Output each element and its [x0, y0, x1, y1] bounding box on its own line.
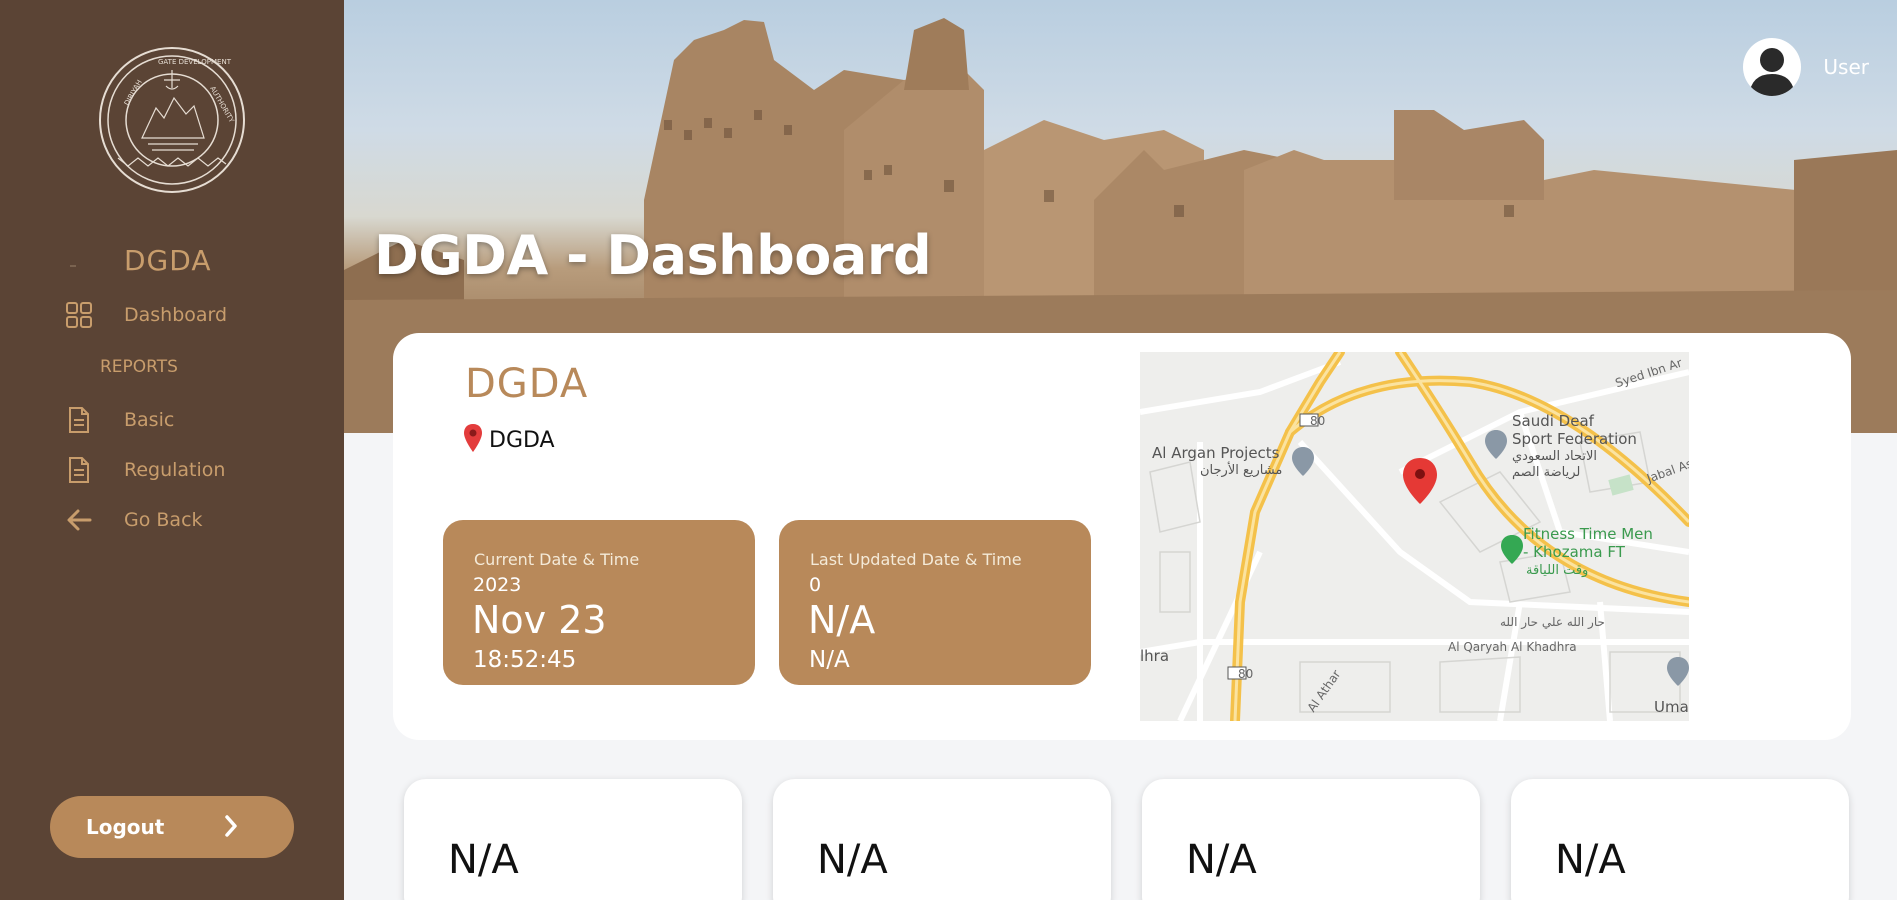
map-label: Umar B: [1654, 698, 1689, 716]
map-road-number: 80: [1238, 667, 1254, 681]
user-avatar-icon: [1743, 38, 1802, 96]
svg-text:DIRIYAH: DIRIYAH: [123, 79, 144, 107]
map-label: وقت اللياقة: [1526, 563, 1589, 578]
last-updated-tile: Last Updated Date & Time 0 N/A N/A: [779, 520, 1091, 685]
page-title: DGDA - Dashboard: [374, 224, 932, 287]
stat-card: N/A: [404, 779, 742, 900]
stat-value: N/A: [448, 837, 519, 883]
tile-date: Nov 23: [472, 598, 607, 642]
sidebar-item-dashboard[interactable]: Dashboard: [64, 300, 227, 330]
tile-year: 0: [809, 574, 822, 596]
document-icon: [64, 455, 94, 485]
map-label: Al Qaryah Al Khadhra: [1448, 640, 1577, 654]
sidebar-item-go-back[interactable]: Go Back: [64, 505, 203, 535]
map-label: Al Argan Projects: [1152, 444, 1280, 462]
reports-section-label: REPORTS: [100, 357, 178, 377]
sidebar-item-label: Basic: [124, 409, 175, 431]
user-menu[interactable]: User: [1743, 38, 1869, 96]
tile-time: 18:52:45: [473, 647, 577, 673]
grid-icon: [64, 300, 94, 330]
map-label: Sport Federation: [1512, 430, 1637, 448]
sidebar-item-label: Dashboard: [124, 304, 228, 326]
brand-dot: [70, 265, 76, 267]
map-label: - Khozama FT: [1523, 543, 1625, 561]
stat-card: N/A: [773, 779, 1111, 900]
location-map[interactable]: 80 80 Al Argan Projects مشاريع الأرجان S…: [1140, 352, 1689, 721]
sidebar-item-basic[interactable]: Basic: [64, 405, 174, 435]
logout-button[interactable]: Logout: [50, 796, 294, 858]
tile-label: Current Date & Time: [474, 550, 640, 569]
site-info-card: DGDA DGDA Current Date & Time 2023 Nov 2…: [393, 333, 1851, 740]
stat-card: N/A: [1142, 779, 1480, 900]
map-label: Saudi Deaf: [1512, 412, 1594, 430]
map-label: الاتحاد السعودي: [1512, 449, 1598, 464]
map-label: مشاريع الأرجان: [1200, 463, 1283, 478]
tile-time: N/A: [809, 647, 850, 673]
stat-value: N/A: [1555, 837, 1626, 883]
map-label: Fitness Time Men: [1523, 525, 1653, 543]
sidebar-item-label: Regulation: [124, 459, 226, 481]
tile-date: N/A: [808, 598, 876, 642]
map-label: لرياضة الصم: [1512, 465, 1581, 480]
location-name: DGDA: [489, 427, 555, 453]
svg-text:AUTHORITY: AUTHORITY: [208, 85, 236, 125]
current-datetime-tile: Current Date & Time 2023 Nov 23 18:52:45: [443, 520, 755, 685]
map-road-number: 80: [1310, 414, 1326, 428]
logout-label: Logout: [86, 815, 165, 839]
sidebar-item-regulation[interactable]: Regulation: [64, 455, 225, 485]
stat-value: N/A: [1186, 837, 1257, 883]
stat-value: N/A: [817, 837, 888, 883]
document-icon: [64, 405, 94, 435]
chevron-right-icon: [223, 813, 239, 844]
tile-label: Last Updated Date & Time: [810, 550, 1022, 569]
sidebar-brand: DGDA: [124, 244, 212, 277]
sidebar: DIRIYAH GATE DEVELOPMENT AUTHORITY DGDA …: [0, 0, 344, 900]
svg-text:GATE DEVELOPMENT: GATE DEVELOPMENT: [158, 58, 232, 66]
sidebar-item-label: Go Back: [124, 509, 203, 531]
site-title: DGDA: [465, 361, 589, 407]
map-pin-icon: [463, 423, 483, 457]
dgda-logo-icon: DIRIYAH GATE DEVELOPMENT AUTHORITY: [98, 46, 246, 194]
tile-year: 2023: [473, 574, 522, 596]
map-label: حار الله علي حار الله: [1500, 615, 1605, 629]
arrow-left-icon: [64, 505, 94, 535]
site-location: DGDA: [463, 423, 555, 457]
map-label: lhra: [1140, 647, 1170, 665]
stat-card: N/A: [1511, 779, 1849, 900]
user-name: User: [1823, 55, 1869, 79]
